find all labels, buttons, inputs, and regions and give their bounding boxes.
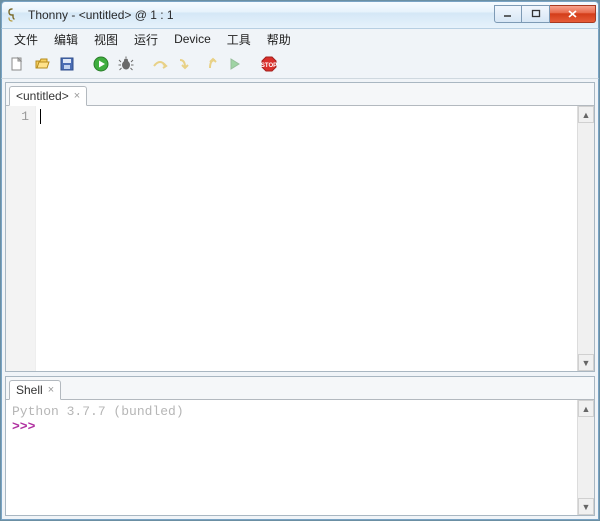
shell-tab-label: Shell xyxy=(16,383,43,397)
step-out-button[interactable] xyxy=(199,53,221,75)
debug-button[interactable] xyxy=(115,53,137,75)
resume-button[interactable] xyxy=(224,53,246,75)
close-icon[interactable]: × xyxy=(48,384,54,396)
window-titlebar: Thonny - <untitled> @ 1 : 1 xyxy=(1,1,599,29)
step-over-button[interactable] xyxy=(149,53,171,75)
run-button[interactable] xyxy=(90,53,112,75)
editor-vertical-scrollbar[interactable]: ▲ ▼ xyxy=(577,106,594,371)
scroll-track[interactable] xyxy=(578,123,594,354)
shell-vertical-scrollbar[interactable]: ▲ ▼ xyxy=(577,400,594,515)
code-area[interactable] xyxy=(36,106,577,371)
shell-content: Python 3.7.7 (bundled) >>> ▲ ▼ xyxy=(6,399,594,515)
editor-content: 1 ▲ ▼ xyxy=(6,105,594,371)
line-number: 1 xyxy=(6,109,29,124)
menu-help[interactable]: 帮助 xyxy=(259,30,299,49)
shell-tabstrip: Shell × xyxy=(6,377,594,399)
open-file-button[interactable] xyxy=(31,53,53,75)
scroll-track[interactable] xyxy=(578,417,594,498)
shell-body[interactable]: Python 3.7.7 (bundled) >>> xyxy=(6,400,577,515)
scroll-down-icon[interactable]: ▼ xyxy=(578,354,594,371)
editor-tab-label: <untitled> xyxy=(16,89,69,103)
client-area: <untitled> × 1 ▲ ▼ Shell × xyxy=(1,79,599,520)
editor-tab[interactable]: <untitled> × xyxy=(9,86,87,106)
editor-tabstrip: <untitled> × xyxy=(6,83,594,105)
window-title: Thonny - <untitled> @ 1 : 1 xyxy=(28,8,174,22)
svg-text:STOP: STOP xyxy=(261,63,277,69)
save-file-button[interactable] xyxy=(56,53,78,75)
scroll-up-icon[interactable]: ▲ xyxy=(578,400,594,417)
close-icon[interactable]: × xyxy=(74,90,80,102)
minimize-button[interactable] xyxy=(494,5,522,23)
shell-banner: Python 3.7.7 (bundled) xyxy=(12,404,571,419)
menubar: 文件 编辑 视图 运行 Device 工具 帮助 xyxy=(1,29,599,49)
step-into-button[interactable] xyxy=(174,53,196,75)
window-buttons xyxy=(494,5,596,25)
line-number-gutter: 1 xyxy=(6,106,36,371)
shell-tab[interactable]: Shell × xyxy=(9,380,61,400)
menu-view[interactable]: 视图 xyxy=(86,30,126,49)
menu-edit[interactable]: 编辑 xyxy=(46,30,86,49)
editor-body: 1 xyxy=(6,106,577,371)
shell-pane: Shell × Python 3.7.7 (bundled) >>> ▲ ▼ xyxy=(5,376,595,516)
menu-device[interactable]: Device xyxy=(166,31,219,47)
close-button[interactable] xyxy=(550,5,596,23)
scroll-down-icon[interactable]: ▼ xyxy=(578,498,594,515)
maximize-button[interactable] xyxy=(522,5,550,23)
menu-tools[interactable]: 工具 xyxy=(219,30,259,49)
app-icon xyxy=(7,7,23,23)
stop-button[interactable]: STOP xyxy=(258,53,280,75)
scroll-up-icon[interactable]: ▲ xyxy=(578,106,594,123)
shell-prompt: >>> xyxy=(12,419,35,434)
menu-run[interactable]: 运行 xyxy=(126,30,166,49)
editor-pane: <untitled> × 1 ▲ ▼ xyxy=(5,82,595,372)
menu-file[interactable]: 文件 xyxy=(6,30,46,49)
new-file-button[interactable] xyxy=(6,53,28,75)
text-caret xyxy=(40,109,41,124)
toolbar: STOP xyxy=(1,49,599,79)
